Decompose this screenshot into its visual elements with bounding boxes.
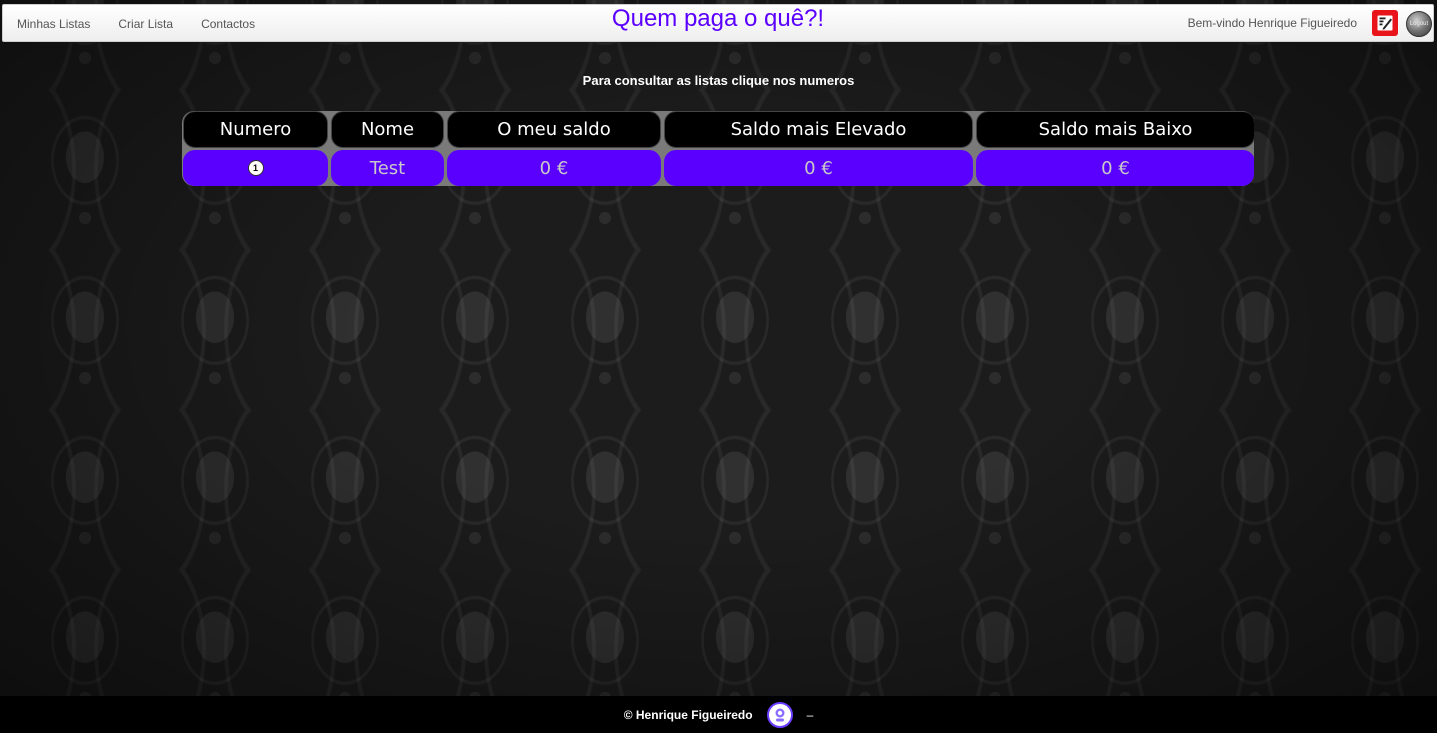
- copyright-text: © Henrique Figueiredo: [623, 707, 753, 722]
- cell-saldo-elevado: 0 €: [664, 150, 973, 186]
- logout-label: Logout: [1409, 21, 1429, 27]
- nav-minhas-listas[interactable]: Minhas Listas: [3, 17, 104, 31]
- edit-profile-button[interactable]: [1372, 10, 1398, 36]
- instruction-text: Para consultar as listas clique nos nume…: [582, 73, 855, 88]
- main-nav: Minhas Listas Criar Lista Contactos: [3, 5, 269, 43]
- footer: © Henrique Figueiredo –: [0, 696, 1437, 733]
- nav-contactos[interactable]: Contactos: [187, 17, 269, 31]
- list-number-link[interactable]: 1: [247, 160, 264, 176]
- top-navbar: Minhas Listas Criar Lista Contactos Quem…: [2, 4, 1434, 42]
- cell-meu-saldo: 0 €: [447, 150, 661, 186]
- background-pattern: [0, 0, 1437, 733]
- cell-nome: Test: [331, 150, 444, 186]
- column-header-numero: Numero: [183, 111, 328, 148]
- cell-saldo-baixo: 0 €: [976, 150, 1254, 186]
- logo-icon: [775, 708, 785, 721]
- nav-criar-lista[interactable]: Criar Lista: [104, 17, 187, 31]
- column-header-nome: Nome: [331, 111, 444, 148]
- welcome-text: Bem-vindo Henrique Figueiredo: [1187, 16, 1357, 30]
- cell-numero: 1: [183, 150, 328, 186]
- lists-table: Numero Nome O meu saldo Saldo mais Eleva…: [182, 111, 1254, 186]
- footer-separator: –: [806, 707, 814, 722]
- footer-logo: [766, 701, 793, 728]
- logout-button[interactable]: Logout: [1406, 11, 1432, 37]
- column-header-meu-saldo: O meu saldo: [447, 111, 661, 148]
- column-header-saldo-elevado: Saldo mais Elevado: [664, 111, 973, 148]
- edit-icon: [1377, 15, 1393, 31]
- column-header-saldo-baixo: Saldo mais Baixo: [976, 111, 1254, 148]
